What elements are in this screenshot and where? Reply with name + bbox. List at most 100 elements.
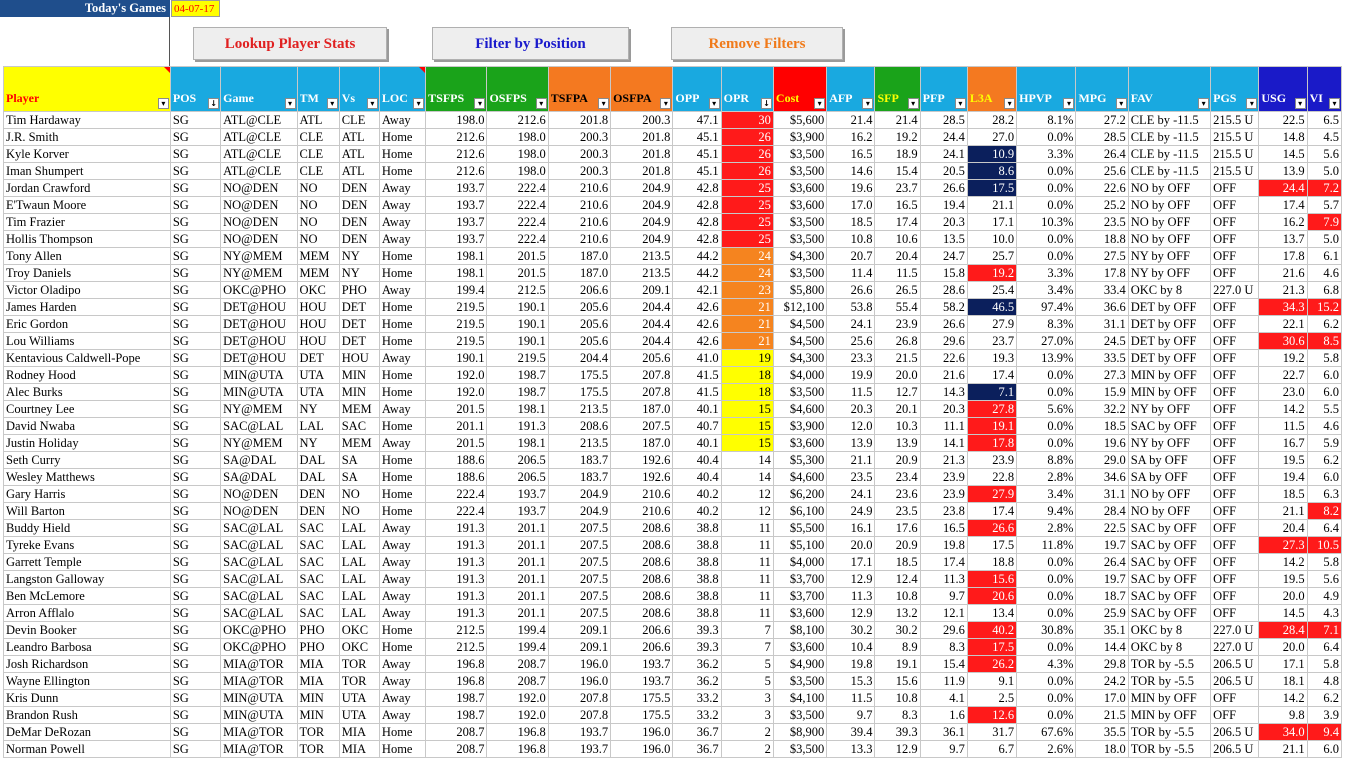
cell-fav[interactable]: SAC by OFF [1127,570,1212,588]
cell-fav[interactable]: NO by OFF [1127,179,1212,197]
cell-pfp[interactable]: 16.5 [919,519,968,537]
cell-tsfpa[interactable]: 207.8 [547,706,612,724]
cell-cost[interactable]: $3,500 [772,264,828,282]
cell-game[interactable]: MIA@TOR [220,672,298,690]
cell-tsfpa[interactable]: 206.6 [547,281,612,299]
cell-tsfpa[interactable]: 200.3 [547,128,612,146]
cell-osfps[interactable]: 192.0 [486,706,549,724]
cell-osfpa[interactable]: 193.7 [610,672,674,690]
cell-l3a[interactable]: 17.5 [966,638,1018,656]
cell-game[interactable]: NY@MEM [220,264,298,282]
cell-l3a[interactable]: 15.6 [966,570,1018,588]
cell-pgs[interactable]: OFF [1210,570,1260,588]
cell-cost[interactable]: $5,100 [772,536,828,554]
cell-osfpa[interactable]: 196.0 [610,740,674,758]
sort-filter-icon[interactable]: ↓ [208,98,220,109]
cell-pfp[interactable]: 28.6 [919,281,968,299]
cell-fav[interactable]: NO by OFF [1127,213,1212,231]
column-header-fav[interactable]: FAV ▾ [1127,66,1212,112]
cell-vs[interactable]: ATL [338,162,380,180]
cell-osfps[interactable]: 198.0 [486,145,549,163]
cell-cost[interactable]: $3,500 [772,383,828,401]
cell-loc[interactable]: Away [378,536,427,554]
cell-cost[interactable]: $3,900 [772,128,828,146]
cell-afp[interactable]: 53.8 [826,298,876,316]
cell-hpvp[interactable]: 0.0% [1016,604,1077,622]
cell-osfps[interactable]: 198.7 [486,383,549,401]
cell-player[interactable]: Hollis Thompson [3,230,171,248]
cell-pfp[interactable]: 20.3 [919,400,968,418]
cell-hpvp[interactable]: 3.3% [1016,145,1077,163]
cell-pfp[interactable]: 12.1 [919,604,968,622]
cell-osfpa[interactable]: 207.8 [610,366,674,384]
table-row[interactable]: Eric Gordon SG DET@HOU HOU DET Home 219.5 190.1… [3,315,1343,333]
cell-hpvp[interactable]: 97.4% [1016,298,1077,316]
cell-cost[interactable]: $4,900 [772,655,828,673]
cell-pos[interactable]: SG [169,536,222,554]
cell-sfp[interactable]: 20.9 [874,451,921,469]
cell-fav[interactable]: SA by OFF [1127,451,1212,469]
cell-vs[interactable]: HOU [338,349,380,367]
cell-game[interactable]: NO@DEN [220,213,298,231]
cell-opp[interactable]: 33.2 [672,689,722,707]
cell-tsfps[interactable]: 198.7 [425,706,488,724]
cell-l3a[interactable]: 17.4 [966,366,1018,384]
cell-pos[interactable]: SG [169,638,222,656]
cell-vs[interactable]: SA [338,468,380,486]
table-row[interactable]: Tim Frazier SG NO@DEN NO DEN Away 193.7 222.4 21… [3,213,1343,231]
cell-tsfps[interactable]: 193.7 [425,213,488,231]
cell-vs[interactable]: TOR [338,672,380,690]
cell-loc[interactable]: Home [378,485,427,503]
cell-opp[interactable]: 42.1 [672,281,722,299]
cell-l3a[interactable]: 2.5 [966,689,1018,707]
cell-pgs[interactable]: OFF [1210,264,1260,282]
cell-cost[interactable]: $6,100 [772,502,828,520]
cell-opr[interactable]: 12 [720,502,774,520]
cell-pos[interactable]: SG [169,230,222,248]
cell-fav[interactable]: CLE by -11.5 [1127,128,1212,146]
cell-pgs[interactable]: OFF [1210,247,1260,265]
cell-opp[interactable]: 42.8 [672,179,722,197]
cell-osfps[interactable]: 198.0 [486,162,549,180]
cell-game[interactable]: OKC@PHO [220,281,298,299]
cell-tm[interactable]: UTA [296,383,340,401]
cell-usg[interactable]: 19.4 [1258,468,1308,486]
cell-tsfps[interactable]: 191.3 [425,536,488,554]
cell-pos[interactable]: SG [169,247,222,265]
cell-fav[interactable]: TOR by -5.5 [1127,723,1212,741]
cell-vs[interactable]: CLE [338,111,380,129]
cell-afp[interactable]: 12.9 [826,604,876,622]
cell-game[interactable]: MIA@TOR [220,740,298,758]
cell-osfpa[interactable]: 175.5 [610,689,674,707]
cell-hpvp[interactable]: 0.0% [1016,128,1077,146]
cell-usg[interactable]: 19.5 [1258,451,1308,469]
cell-tsfpa[interactable]: 210.6 [547,179,612,197]
cell-game[interactable]: DET@HOU [220,349,298,367]
cell-cost[interactable]: $3,500 [772,162,828,180]
cell-opp[interactable]: 41.5 [672,383,722,401]
cell-osfpa[interactable]: 208.6 [610,570,674,588]
cell-opp[interactable]: 45.1 [672,145,722,163]
cell-cost[interactable]: $4,100 [772,689,828,707]
cell-afp[interactable]: 11.5 [826,689,876,707]
cell-pgs[interactable]: OFF [1210,604,1260,622]
cell-pfp[interactable]: 15.4 [919,655,968,673]
cell-afp[interactable]: 30.2 [826,621,876,639]
column-header-osfpa[interactable]: OSFPA ▾ [610,66,674,112]
cell-sfp[interactable]: 21.4 [874,111,921,129]
cell-afp[interactable]: 17.0 [826,196,876,214]
cell-pgs[interactable]: OFF [1210,179,1260,197]
cell-pgs[interactable]: OFF [1210,553,1260,571]
cell-hpvp[interactable]: 0.0% [1016,689,1077,707]
cell-usg[interactable]: 14.5 [1258,145,1308,163]
cell-pos[interactable]: SG [169,196,222,214]
cell-usg[interactable]: 22.1 [1258,315,1308,333]
cell-tsfps[interactable]: 196.8 [425,655,488,673]
cell-cost[interactable]: $4,300 [772,349,828,367]
cell-hpvp[interactable]: 4.3% [1016,655,1077,673]
table-row[interactable]: Josh Richardson SG MIA@TOR MIA TOR Away 196.8 2… [3,655,1343,673]
cell-sfp[interactable]: 18.5 [874,553,921,571]
cell-tm[interactable]: HOU [296,332,340,350]
cell-game[interactable]: OKC@PHO [220,638,298,656]
filter-dropdown-icon[interactable]: ▾ [1063,98,1075,109]
